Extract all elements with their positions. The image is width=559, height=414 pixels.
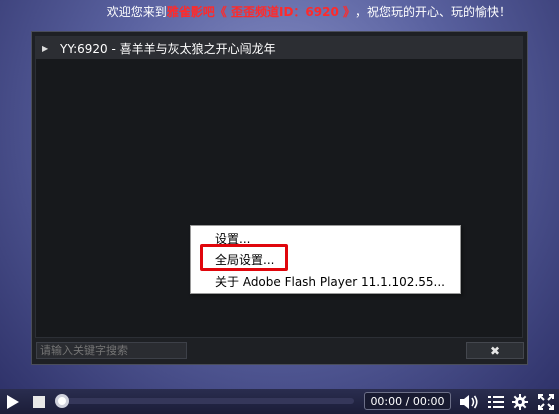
player-controls: 00:00 / 00:00 (0, 389, 559, 414)
stop-icon (33, 395, 45, 408)
menu-item-about-flash[interactable]: 关于 Adobe Flash Player 11.1.102.55... (215, 273, 445, 290)
channel-highlight: 雅雀影吧《 歪歪频道ID：6920 》 (166, 4, 355, 19)
welcome-suffix: ，祝您玩的开心、玩的愉快！ (354, 4, 511, 19)
volume-icon (460, 394, 478, 409)
list-item-label: YY:6920 - 喜羊羊与灰太狼之开心闯龙年 (60, 41, 276, 56)
list-item[interactable]: ▶ YY:6920 - 喜羊羊与灰太狼之开心闯龙年 (36, 37, 522, 59)
play-icon (7, 394, 19, 409)
settings-button[interactable] (508, 389, 532, 414)
playlist-panel: ▶ YY:6920 - 喜羊羊与灰太狼之开心闯龙年 ✖ (31, 31, 528, 365)
context-menu: 设置... 全局设置... 关于 Adobe Flash Player 11.1… (190, 225, 461, 294)
menu-item-global-settings[interactable]: 全局设置... (215, 251, 274, 268)
close-icon: ✖ (489, 343, 501, 358)
seek-bar[interactable] (58, 398, 354, 404)
time-display: 00:00 / 00:00 (364, 392, 451, 410)
fullscreen-icon (538, 393, 554, 410)
welcome-prefix: 欢迎您来到 (106, 4, 167, 19)
play-button[interactable] (2, 389, 24, 414)
playlist-button[interactable] (484, 389, 508, 414)
volume-button[interactable] (457, 389, 481, 414)
gear-icon (512, 393, 528, 410)
search-input[interactable] (36, 342, 187, 359)
seek-handle[interactable] (55, 394, 69, 408)
welcome-banner: 欢迎您来到 雅雀影吧《 歪歪频道ID：6920 》，祝您玩的开心、玩的愉快！ (0, 0, 559, 22)
play-marker-icon: ▶ (42, 43, 49, 53)
playlist-icon (488, 395, 504, 408)
stop-button[interactable] (28, 389, 50, 414)
fullscreen-button[interactable] (534, 389, 558, 414)
close-button[interactable]: ✖ (466, 342, 524, 359)
menu-item-settings[interactable]: 设置... (215, 230, 250, 247)
